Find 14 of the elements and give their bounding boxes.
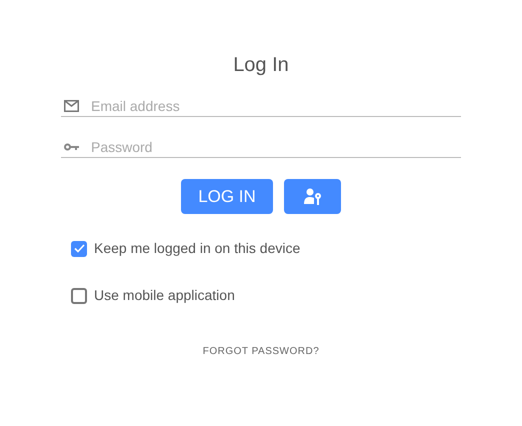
key-icon	[64, 143, 79, 151]
login-button[interactable]: LOG IN	[181, 179, 273, 214]
password-field[interactable]: Password	[91, 136, 461, 158]
forgot-password-link[interactable]: FORGOT PASSWORD?	[202, 344, 320, 359]
user-key-icon	[304, 188, 322, 205]
form-title: Log In	[233, 53, 289, 78]
mail-icon	[64, 100, 79, 112]
check-icon	[74, 244, 84, 253]
checkbox-label: Keep me logged in on this device	[94, 239, 300, 258]
checkbox-label: Use mobile application	[94, 286, 235, 305]
email-field[interactable]: Email address	[91, 96, 461, 116]
checkbox[interactable]	[71, 288, 87, 304]
user-key-button[interactable]	[284, 179, 341, 214]
checkbox[interactable]	[71, 240, 87, 256]
